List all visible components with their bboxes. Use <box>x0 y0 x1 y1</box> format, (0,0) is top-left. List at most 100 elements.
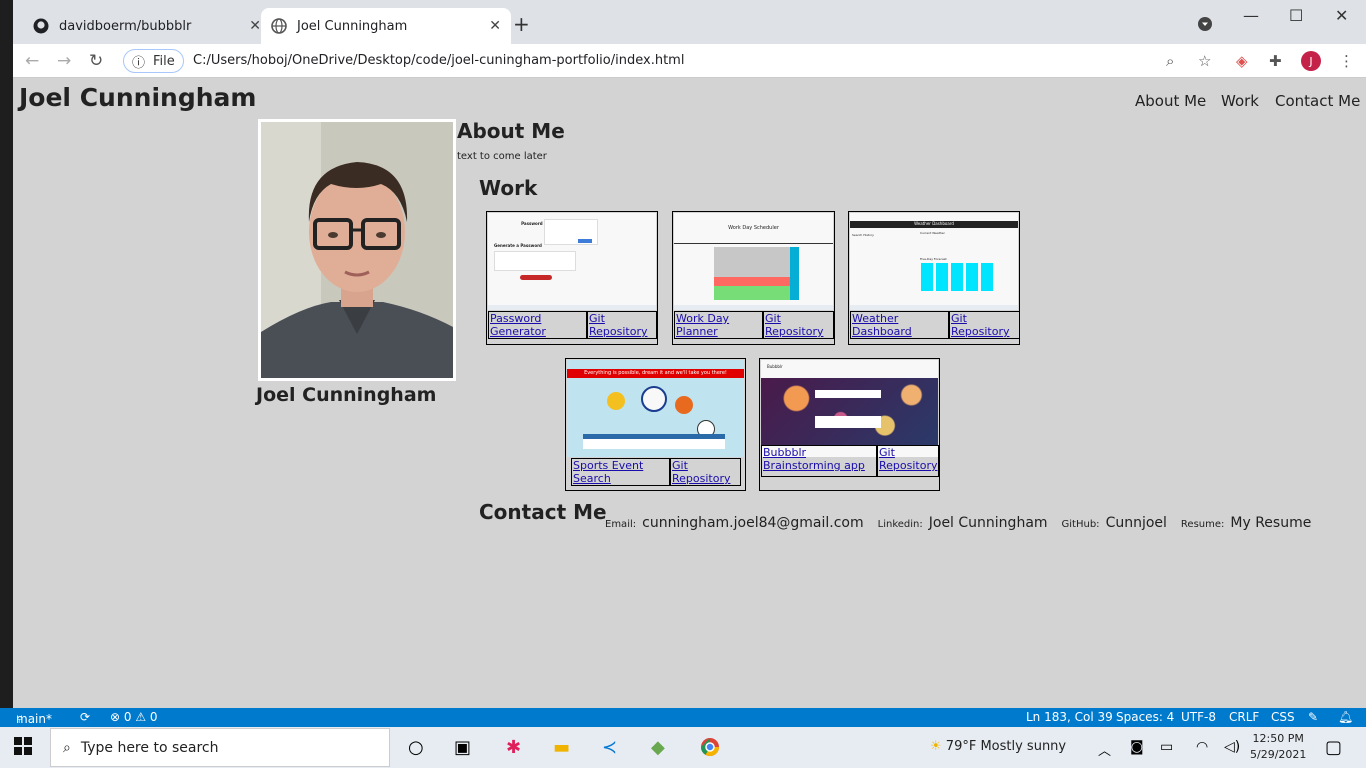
windows-start-icon[interactable] <box>14 737 32 760</box>
tab-github[interactable]: davidboerm/bubbblr ✕ <box>23 8 271 44</box>
cortana-icon[interactable]: ○ <box>408 737 424 758</box>
taskbar-search[interactable]: ⌕ Type here to search <box>50 728 390 767</box>
line-ending[interactable]: CRLF <box>1229 710 1259 724</box>
project-link[interactable]: Sports Event Search <box>571 458 670 486</box>
chevron-up-icon[interactable]: ︿ <box>1098 740 1111 759</box>
language-mode[interactable]: CSS <box>1271 710 1295 724</box>
shot-future-rows <box>714 286 790 300</box>
shot-textarea <box>494 251 576 271</box>
repo-link[interactable]: Git Repository <box>587 311 657 339</box>
profile-name: Joel Cunningham <box>256 384 437 406</box>
cursor-position[interactable]: Ln 183, Col 39 <box>1026 710 1113 724</box>
shot-taskbar <box>488 305 656 310</box>
notifications-icon[interactable]: 🔔︎ <box>1338 710 1353 724</box>
shot-title: Work Day Scheduler <box>728 225 779 231</box>
encoding[interactable]: UTF-8 <box>1181 710 1216 724</box>
contact-linkedin[interactable]: Joel Cunningham <box>929 515 1048 531</box>
shot-forecast-card <box>981 263 993 291</box>
search-icon: ⌕ <box>63 739 71 756</box>
site-title: Joel Cunningham <box>19 83 257 112</box>
meet-icon[interactable]: ◙ <box>1130 739 1144 755</box>
contact-label: Resume: <box>1180 519 1225 530</box>
minimize-icon[interactable]: — <box>1243 6 1259 25</box>
sync-icon[interactable]: ⟳ <box>80 710 90 724</box>
shot-title: Weather Dashboard <box>850 221 1018 228</box>
project-link[interactable]: Weather Dashboard <box>850 311 949 339</box>
github-icon <box>33 18 49 34</box>
indentation[interactable]: Spaces: 4 <box>1116 710 1174 724</box>
notification-center-icon[interactable]: ▢ <box>1325 737 1342 758</box>
avatar[interactable]: J <box>1301 51 1321 71</box>
shot-ball <box>641 386 667 412</box>
repo-link[interactable]: Git Repository <box>949 311 1020 339</box>
globe-icon <box>271 18 287 34</box>
file-explorer-icon[interactable]: ▬ <box>553 737 570 758</box>
project-links: Bubbblr Brainstorming app Git Repository <box>761 445 939 477</box>
weather-widget[interactable]: ☀ 79°F Mostly sunny <box>930 739 1066 754</box>
shot-input <box>815 390 881 398</box>
project-links: Work Day Planner Git Repository <box>674 311 834 339</box>
contact-resume[interactable]: My Resume <box>1230 515 1311 531</box>
task-view-icon[interactable]: ▣ <box>454 737 471 758</box>
reload-icon[interactable]: ↻ <box>89 51 103 71</box>
shot-present-row <box>714 277 790 286</box>
forward-icon[interactable]: → <box>57 51 71 71</box>
battery-icon[interactable]: ▭ <box>1160 739 1173 755</box>
site-info-button[interactable]: ⓘ File <box>123 49 184 73</box>
maximize-icon[interactable]: ☐ <box>1289 6 1303 25</box>
menu-icon[interactable]: ⋮ <box>1339 52 1354 70</box>
volume-icon[interactable]: ◁) <box>1224 739 1240 755</box>
back-icon[interactable]: ← <box>25 51 39 71</box>
vscode-status-bar: ⑂ main* ⟳ ⊗ 0 ⚠ 0 Ln 183, Col 39 Spaces:… <box>0 708 1366 727</box>
project-link[interactable]: Bubbblr Brainstorming app <box>761 445 877 477</box>
problems-indicator[interactable]: ⊗ 0 ⚠ 0 <box>110 710 158 724</box>
profile-photo <box>258 119 456 381</box>
slack-icon[interactable]: ✱ <box>506 737 521 758</box>
window-close-icon[interactable]: ✕ <box>1335 6 1348 25</box>
project-links: Weather Dashboard Git Repository <box>850 311 1020 339</box>
repo-link[interactable]: Git Repository <box>763 311 834 339</box>
project-link[interactable]: Password Generator <box>488 311 587 339</box>
shot-banner: Everything is possible, dream it and we'… <box>567 369 744 378</box>
nav-contact[interactable]: Contact Me <box>1275 92 1360 110</box>
branch-label: main* <box>16 712 52 726</box>
new-tab-icon[interactable]: + <box>513 12 530 36</box>
repo-link[interactable]: Git Repository <box>877 445 939 477</box>
shot-h: Current Weather <box>920 231 945 235</box>
project-screenshot: Everything is possible, dream it and we'… <box>567 360 744 457</box>
vscode-icon[interactable]: ≺ <box>602 737 617 758</box>
repo-link[interactable]: Git Repository <box>670 458 741 486</box>
puzzle-icon[interactable]: ✚ <box>1269 52 1282 70</box>
project-card-bubbblr: Bubbblr Bubbblr Brainstorming app Git Re… <box>759 358 940 491</box>
close-icon[interactable]: ✕ <box>489 18 501 34</box>
shot-banner: Generate a Password <box>494 243 542 248</box>
project-link[interactable]: Work Day Planner <box>674 311 763 339</box>
contact-label: GitHub: <box>1061 519 1100 530</box>
profile-menu-icon[interactable] <box>1197 16 1213 36</box>
clock[interactable]: 12:50 PM 5/29/2021 <box>1250 731 1306 763</box>
project-screenshot: Bubbblr <box>761 360 938 457</box>
nav-about[interactable]: About Me <box>1135 92 1206 110</box>
gitkraken-icon[interactable]: ◆ <box>651 737 665 758</box>
shot-title: Bubbblr <box>767 364 783 369</box>
contact-email[interactable]: cunningham.joel84@gmail.com <box>642 515 864 531</box>
bookmark-star-icon[interactable]: ☆ <box>1198 52 1211 70</box>
shot-f: Five-Day Forecast <box>920 257 947 261</box>
zoom-icon[interactable]: ⌕ <box>1166 52 1174 70</box>
close-icon[interactable]: ✕ <box>249 18 261 34</box>
chrome-icon[interactable] <box>700 737 720 762</box>
contact-github[interactable]: Cunnjoel <box>1106 515 1167 531</box>
url-field[interactable]: C:/Users/hoboj/OneDrive/Desktop/code/joe… <box>193 53 684 68</box>
weather-sun-icon: ☀ <box>930 739 946 754</box>
shot-taskbar <box>674 305 833 310</box>
project-card-sports: Everything is possible, dream it and we'… <box>565 358 746 491</box>
tab-active[interactable]: Joel Cunningham ✕ <box>261 8 511 44</box>
shot-past-rows <box>714 247 790 277</box>
contact-heading: Contact Me <box>479 500 607 524</box>
shot-forecast-card <box>936 263 948 291</box>
project-card-weather: Weather Dashboard Search History Current… <box>848 211 1020 345</box>
nav-work[interactable]: Work <box>1221 92 1259 110</box>
extension-icon[interactable]: ◈ <box>1236 52 1248 70</box>
wifi-icon[interactable]: ◠ <box>1196 739 1208 755</box>
feedback-icon[interactable]: ✎ <box>1308 710 1318 724</box>
